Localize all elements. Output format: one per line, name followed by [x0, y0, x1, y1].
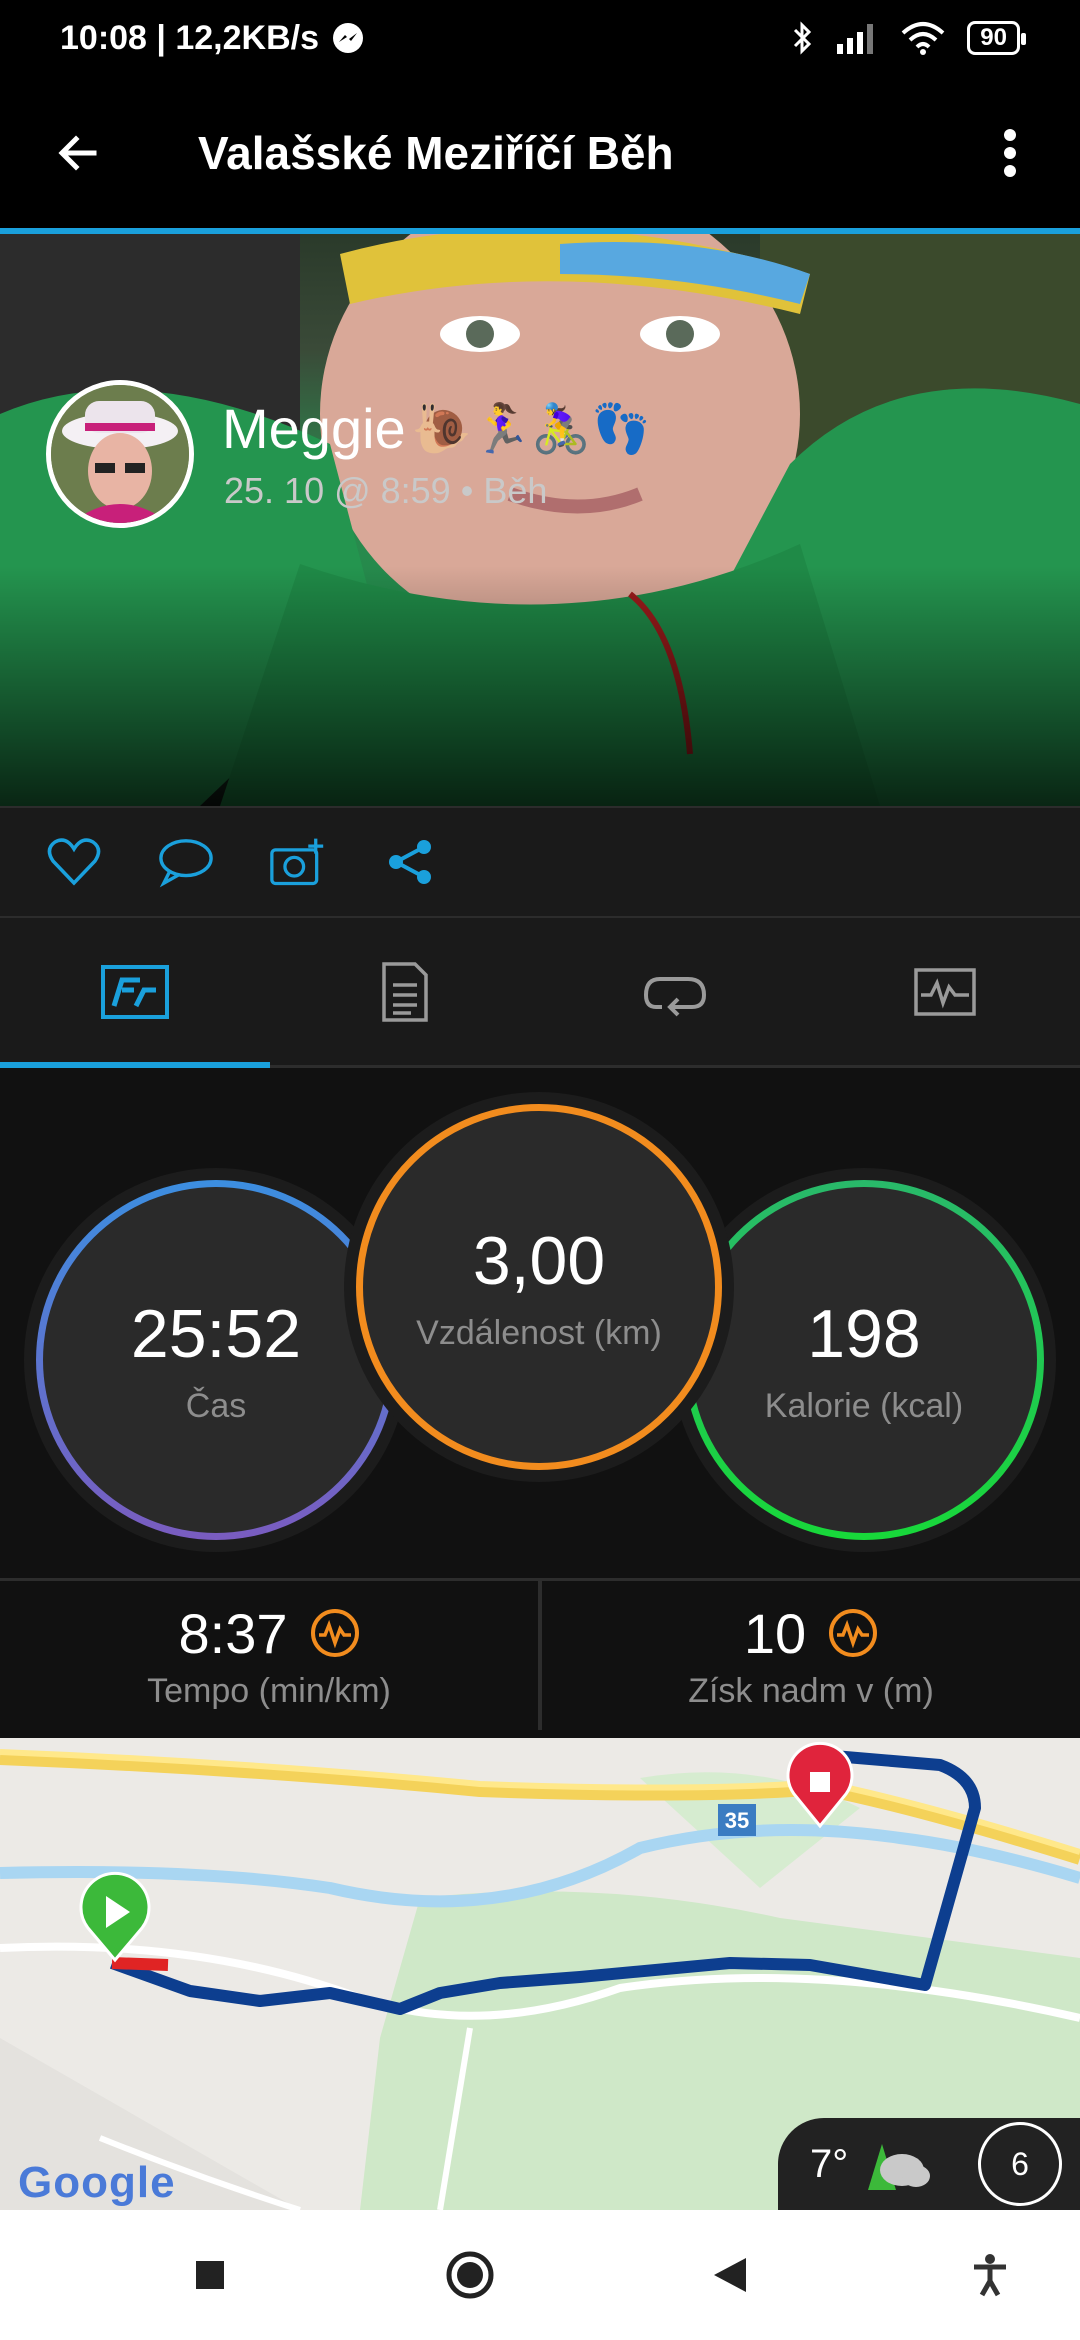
page-title: Valašské Meziříčí Běh	[198, 127, 674, 179]
user-name: Meggie	[222, 397, 406, 460]
share-icon	[389, 840, 431, 884]
triangle-back-icon	[714, 2258, 746, 2292]
laps-icon	[643, 976, 707, 1016]
road-number-text: 35	[725, 1808, 749, 1833]
time-value: 25:52	[130, 1295, 302, 1372]
elevation-value: 10	[743, 1601, 807, 1665]
stats-panel: 25:52 Čas 198 Kalorie (kcal) 3,00 Vzdále…	[0, 1068, 1080, 1578]
battery-indicator: 90	[967, 21, 1026, 55]
route-map[interactable]: 35 Google 7° 6	[0, 1738, 1080, 2210]
photo-shade	[0, 566, 1080, 806]
weather-widget[interactable]: 7° 6	[778, 2118, 1080, 2210]
signal-icon	[837, 24, 874, 54]
weather-temp: 7°	[810, 2141, 849, 2186]
square-icon	[196, 2261, 224, 2289]
cloud-icon	[868, 2144, 931, 2190]
messenger-icon	[333, 23, 364, 53]
accessibility-icon	[974, 2254, 1006, 2297]
back-button[interactable]	[28, 103, 128, 203]
time-label: Čas	[185, 1386, 247, 1425]
circle-icon	[446, 2251, 494, 2299]
share-button[interactable]	[382, 834, 438, 890]
activity-meta: 25. 10 @ 8:59 • Běh	[224, 470, 548, 511]
home-button[interactable]	[440, 2245, 500, 2305]
add-photo-button[interactable]	[270, 834, 326, 890]
wifi-icon	[901, 22, 945, 55]
distance-value: 3,00	[472, 1222, 606, 1299]
comment-icon	[159, 839, 213, 888]
avatar[interactable]	[46, 380, 194, 528]
more-vertical-icon	[1004, 129, 1016, 177]
back-nav-button[interactable]	[700, 2245, 760, 2305]
elevation-cell[interactable]: 10 Získ nadm v (m)	[538, 1581, 1080, 1730]
time-ring[interactable]: 25:52 Čas	[36, 1180, 396, 1540]
add-photo-icon	[270, 838, 324, 886]
pace-cell[interactable]: 8:37 Tempo (min/km)	[0, 1581, 538, 1730]
distance-ring[interactable]: 3,00 Vzdálenost (km)	[356, 1104, 722, 1470]
avatar-image	[51, 385, 189, 523]
calories-label: Kalorie (kcal)	[764, 1386, 964, 1425]
calories-ring[interactable]: 198 Kalorie (kcal)	[684, 1180, 1044, 1540]
details-icon	[382, 961, 428, 1022]
tab-details[interactable]	[270, 918, 540, 1065]
tab-charts[interactable]	[810, 918, 1080, 1065]
bluetooth-icon	[794, 21, 812, 55]
tab-laps[interactable]	[540, 918, 810, 1065]
accessibility-button[interactable]	[960, 2245, 1020, 2305]
action-row	[0, 806, 1080, 918]
user-name-line: Meggie 🐌🏃‍♀️🚴‍♀️👣	[222, 396, 651, 461]
distance-label: Vzdálenost (km)	[416, 1313, 662, 1352]
calories-value: 198	[807, 1295, 921, 1372]
wind-speed-badge: 6	[978, 2122, 1062, 2206]
stats-icon	[101, 964, 169, 1019]
pace-chart-icon	[310, 1609, 359, 1657]
comment-button[interactable]	[158, 834, 214, 890]
app-bar: Valašské Meziříčí Běh	[0, 76, 1080, 230]
chart-icon	[914, 967, 976, 1016]
system-nav-bar	[0, 2210, 1080, 2340]
heart-icon	[47, 838, 101, 886]
pace-value: 8:37	[178, 1601, 288, 1665]
elevation-label: Získ nadm v (m)	[688, 1671, 934, 1710]
arrow-left-icon	[58, 135, 97, 171]
pace-label: Tempo (min/km)	[147, 1671, 391, 1710]
summary-row: 8:37 Tempo (min/km) 10 Získ nadm v (m)	[0, 1578, 1080, 1730]
more-options-button[interactable]	[980, 103, 1040, 203]
google-attribution: Google	[18, 2158, 176, 2207]
activity-photo[interactable]	[0, 234, 1080, 806]
status-time: 10:08 | 12,2KB/s	[60, 18, 320, 57]
activity-tabs	[0, 918, 1080, 1068]
like-button[interactable]	[46, 834, 102, 890]
elevation-chart-icon	[829, 1609, 878, 1657]
recents-button[interactable]	[180, 2245, 240, 2305]
status-bar: 10:08 | 12,2KB/s 90	[0, 0, 1080, 76]
user-emoji: 🐌🏃‍♀️🚴‍♀️👣	[411, 403, 651, 456]
tab-stats[interactable]	[0, 918, 270, 1068]
